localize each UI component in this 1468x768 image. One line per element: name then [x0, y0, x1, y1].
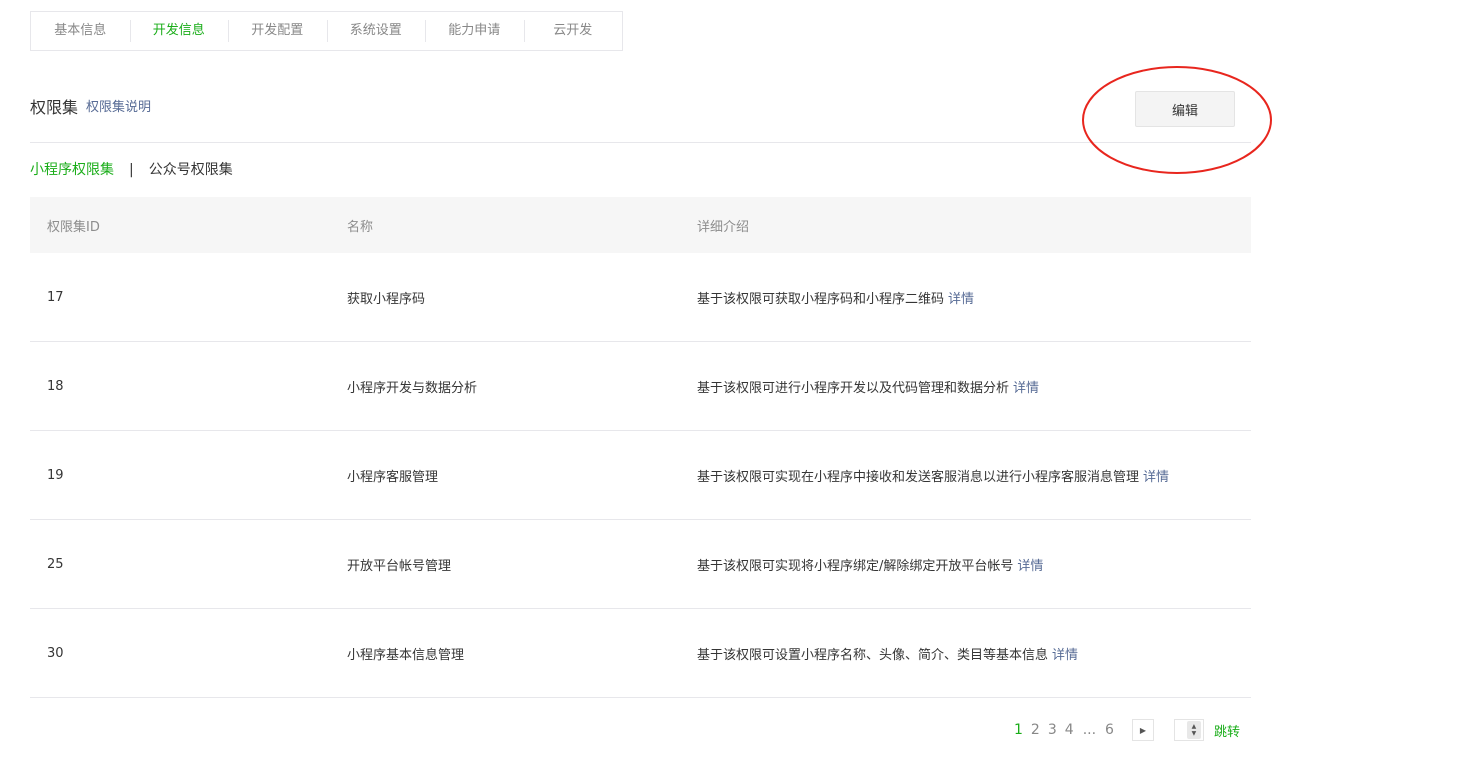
row-desc-cell: 基于该权限可获取小程序码和小程序二维码 详情	[697, 288, 974, 307]
row-desc: 基于该权限可实现将小程序绑定/解除绑定开放平台帐号	[697, 558, 1014, 574]
page-4[interactable]: 4	[1065, 722, 1074, 738]
row-id: 19	[47, 467, 64, 483]
edit-button[interactable]: 编辑	[1135, 91, 1235, 127]
tab-system-settings[interactable]: 系统设置	[326, 20, 426, 42]
detail-link[interactable]: 详情	[1052, 648, 1078, 663]
row-name: 小程序开发与数据分析	[347, 380, 478, 396]
jump-button[interactable]: 跳转	[1214, 721, 1240, 740]
row-id: 17	[47, 289, 64, 305]
row-desc-cell: 基于该权限可实现将小程序绑定/解除绑定开放平台帐号 详情	[697, 555, 1043, 574]
permission-subtabs: 小程序权限集 | 公众号权限集	[30, 160, 233, 180]
top-nav-tabs: 基本信息 开发信息 开发配置 系统设置 能力申请 云开发	[30, 11, 623, 51]
row-desc: 基于该权限可实现在小程序中接收和发送客服消息以进行小程序客服消息管理	[697, 469, 1140, 485]
table-row: 17 获取小程序码 基于该权限可获取小程序码和小程序二维码 详情	[30, 253, 1251, 342]
table-row: 19 小程序客服管理 基于该权限可实现在小程序中接收和发送客服消息以进行小程序客…	[30, 431, 1251, 520]
row-name: 开放平台帐号管理	[347, 558, 452, 574]
table-row: 18 小程序开发与数据分析 基于该权限可进行小程序开发以及代码管理和数据分析 详情	[30, 342, 1251, 431]
row-id: 30	[47, 645, 64, 661]
header-desc: 详细介绍	[697, 219, 750, 235]
page-3[interactable]: 3	[1048, 722, 1057, 738]
header-id: 权限集ID	[47, 219, 100, 235]
page-ellipsis: ...	[1082, 722, 1097, 738]
row-desc-cell: 基于该权限可设置小程序名称、头像、简介、类目等基本信息 详情	[697, 644, 1078, 663]
tab-cloud-dev[interactable]: 云开发	[523, 20, 623, 42]
page-6[interactable]: 6	[1105, 722, 1114, 738]
row-desc-cell: 基于该权限可进行小程序开发以及代码管理和数据分析 详情	[697, 377, 1039, 396]
header-name: 名称	[347, 219, 374, 235]
table-row: 30 小程序基本信息管理 基于该权限可设置小程序名称、头像、简介、类目等基本信息…	[30, 609, 1251, 698]
subtab-miniprogram[interactable]: 小程序权限集	[30, 160, 114, 180]
row-desc-cell: 基于该权限可实现在小程序中接收和发送客服消息以进行小程序客服消息管理 详情	[697, 466, 1169, 485]
tab-capability-apply[interactable]: 能力申请	[425, 20, 524, 42]
permission-help-link[interactable]: 权限集说明	[86, 99, 151, 117]
detail-link[interactable]: 详情	[1013, 381, 1039, 396]
row-id: 25	[47, 556, 64, 572]
subtab-separator: |	[129, 162, 134, 178]
row-desc: 基于该权限可设置小程序名称、头像、简介、类目等基本信息	[697, 647, 1049, 663]
tab-dev-config[interactable]: 开发配置	[228, 20, 327, 42]
detail-link[interactable]: 详情	[1143, 470, 1169, 485]
caret-right-icon: ▶	[1139, 725, 1147, 735]
next-page-button[interactable]: ▶	[1131, 719, 1154, 741]
row-desc: 基于该权限可进行小程序开发以及代码管理和数据分析	[697, 380, 1010, 396]
row-name: 小程序客服管理	[347, 469, 439, 485]
permission-section-header: 权限集 权限集说明	[30, 97, 1251, 143]
subtab-official-account[interactable]: 公众号权限集	[149, 160, 233, 180]
tab-basic-info[interactable]: 基本信息	[31, 22, 130, 40]
row-name: 获取小程序码	[347, 291, 426, 307]
permission-table: 权限集ID 名称 详细介绍 17 获取小程序码 基于该权限可获取小程序码和小程序…	[30, 197, 1251, 698]
tab-dev-info[interactable]: 开发信息	[129, 20, 229, 42]
row-name: 小程序基本信息管理	[347, 647, 465, 663]
detail-link[interactable]: 详情	[1017, 559, 1043, 574]
table-row: 25 开放平台帐号管理 基于该权限可实现将小程序绑定/解除绑定开放平台帐号 详情	[30, 520, 1251, 609]
spinner-icon[interactable]: ▲ ▼	[1186, 721, 1201, 739]
detail-link[interactable]: 详情	[948, 292, 974, 307]
table-header: 权限集ID 名称 详细介绍	[30, 197, 1251, 253]
page-jump-input[interactable]: ▲ ▼	[1173, 719, 1204, 741]
page-2[interactable]: 2	[1031, 722, 1040, 738]
section-title: 权限集	[30, 98, 79, 117]
row-desc: 基于该权限可获取小程序码和小程序二维码	[697, 291, 945, 307]
pagination: 1 2 3 4 ... 6 ▶ ▲ ▼ 跳转	[1010, 717, 1240, 743]
page-1[interactable]: 1	[1014, 722, 1023, 738]
row-id: 18	[47, 378, 64, 394]
